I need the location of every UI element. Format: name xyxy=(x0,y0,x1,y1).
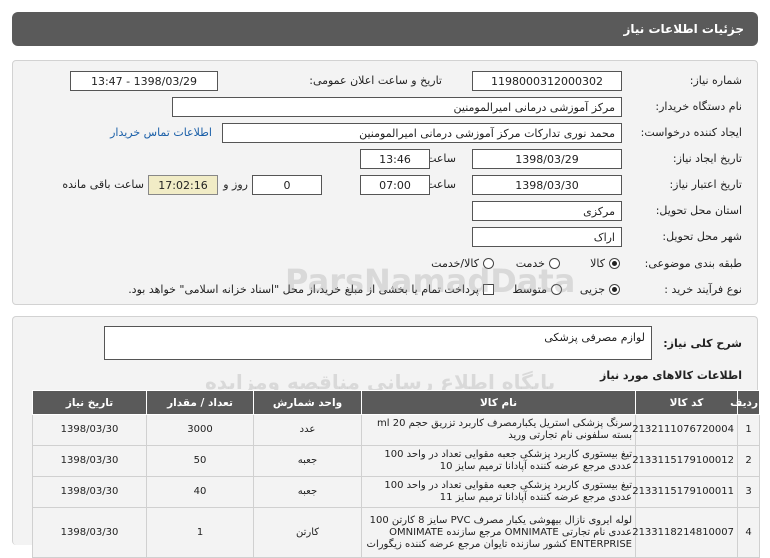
category-option-label: کالا xyxy=(590,257,605,270)
remaining-time-field: 17:02:16 xyxy=(148,175,218,195)
item-name: تیغ بیستوری کاربرد پزشکی جعبه مقوایی تعد… xyxy=(361,445,636,477)
item-unit: جعبه xyxy=(253,476,362,508)
item-quantity: 1 xyxy=(146,507,254,558)
table-row: 2 2133115179100012 تیغ بیستوری کاربرد پز… xyxy=(32,445,760,477)
purchase-option-minor[interactable]: جزیی xyxy=(580,283,620,296)
item-need-date: 1398/03/30 xyxy=(32,476,147,508)
category-option-service[interactable]: خدمت xyxy=(516,257,560,270)
remaining-days-field: 0 xyxy=(252,175,322,195)
col-header-quantity: تعداد / مقدار xyxy=(146,390,254,415)
col-header-date: تاریخ نیاز xyxy=(32,390,147,415)
requester-label: ایجاد کننده درخواست: xyxy=(640,126,742,139)
province-field: مرکزی xyxy=(472,201,622,221)
col-header-name: نام کالا xyxy=(361,390,636,415)
row-index: 3 xyxy=(737,476,760,508)
buyer-org-field: مرکز آموزشی درمانی امیرالمومنین xyxy=(172,97,622,117)
description-label: شرح کلی نیاز: xyxy=(663,337,742,350)
requester-field: محمد نوری تدارکات مرکز آموزشی درمانی امی… xyxy=(222,123,622,143)
announce-label: تاریخ و ساعت اعلان عمومی: xyxy=(309,74,442,87)
item-code: 2133115179100012 xyxy=(632,445,738,477)
radio-selected-icon xyxy=(609,284,620,295)
treasury-payment-option[interactable]: پرداخت تمام یا بخشی از مبلغ خرید،از محل … xyxy=(128,283,494,296)
item-name: لوله ایروی نازال بیهوشی یکبار مصرف PVC س… xyxy=(361,507,636,558)
col-header-index: ردیف xyxy=(730,390,760,415)
item-name: تیغ بیستوری کاربرد پزشکی جعبه مقوایی تعد… xyxy=(361,476,636,508)
category-option-goods-service[interactable]: کالا/خدمت xyxy=(431,257,494,270)
purchase-option-medium[interactable]: متوسط xyxy=(512,283,562,296)
category-option-label: خدمت xyxy=(515,257,545,270)
created-date-field: 1398/03/29 xyxy=(472,149,622,169)
province-label: استان محل تحویل: xyxy=(655,204,742,217)
item-quantity: 50 xyxy=(146,445,254,477)
page-title: جزئیات اطلاعات نیاز xyxy=(623,22,744,36)
remaining-days-label: روز و xyxy=(223,178,248,191)
item-unit: جعبه xyxy=(253,445,362,477)
city-field: اراک xyxy=(472,227,622,247)
item-need-date: 1398/03/30 xyxy=(32,414,147,446)
category-option-goods[interactable]: کالا xyxy=(590,257,620,270)
item-unit: کارتن xyxy=(253,507,362,558)
remaining-time-label: ساعت باقی مانده xyxy=(62,178,144,191)
need-number-field: 1198000312000302 xyxy=(472,71,622,91)
radio-selected-icon xyxy=(609,258,620,269)
item-code: 2133115179100011 xyxy=(632,476,738,508)
row-index: 1 xyxy=(737,414,760,446)
item-need-date: 1398/03/30 xyxy=(32,445,147,477)
col-header-unit: واحد شمارش xyxy=(253,390,362,415)
validity-time-field: 07:00 xyxy=(360,175,430,195)
description-field: لوازم مصرفی پزشکی xyxy=(104,326,652,360)
validity-date-label: تاریخ اعتبار نیاز: xyxy=(669,178,742,191)
need-number-label: شماره نیاز: xyxy=(689,74,742,87)
item-quantity: 3000 xyxy=(146,414,254,446)
radio-icon xyxy=(549,258,560,269)
item-code: 2133118214810007 xyxy=(632,507,738,558)
item-quantity: 40 xyxy=(146,476,254,508)
radio-icon xyxy=(551,284,562,295)
table-row: 4 2133118214810007 لوله ایروی نازال بیهو… xyxy=(32,507,760,558)
item-need-date: 1398/03/30 xyxy=(32,507,147,558)
item-code: 2132111076720004 xyxy=(632,414,738,446)
city-label: شهر محل تحویل: xyxy=(662,230,742,243)
checkbox-icon xyxy=(483,284,494,295)
items-section-title: اطلاعات کالاهای مورد نیاز xyxy=(600,369,742,382)
page-header: جزئیات اطلاعات نیاز xyxy=(12,12,758,46)
purchase-option-label: متوسط xyxy=(512,283,547,296)
table-row: 1 2132111076720004 سرنگ پزشکی استریل یکب… xyxy=(32,414,760,446)
item-name: سرنگ پزشکی استریل یکبارمصرف کاربرد تزریق… xyxy=(361,414,636,446)
created-date-label: تاریخ ایجاد نیاز: xyxy=(672,152,742,165)
radio-icon xyxy=(483,258,494,269)
treasury-payment-label: پرداخت تمام یا بخشی از مبلغ خرید،از محل … xyxy=(128,283,479,296)
announce-datetime-field: 1398/03/29 - 13:47 xyxy=(70,71,218,91)
row-index: 2 xyxy=(737,445,760,477)
validity-date-field: 1398/03/30 xyxy=(472,175,622,195)
col-header-code: کد کالا xyxy=(635,390,738,415)
buyer-org-label: نام دستگاه خریدار: xyxy=(655,100,742,113)
category-option-label: کالا/خدمت xyxy=(431,257,479,270)
items-table: ردیف کد کالا نام کالا واحد شمارش تعداد /… xyxy=(32,390,760,558)
table-row: 3 2133115179100011 تیغ بیستوری کاربرد پز… xyxy=(32,476,760,508)
row-index: 4 xyxy=(737,507,760,558)
purchase-type-label: نوع فرآیند خرید : xyxy=(664,283,742,296)
category-label: طبقه بندی موضوعی: xyxy=(644,257,742,270)
buyer-contact-link[interactable]: اطلاعات تماس خریدار xyxy=(110,126,212,139)
purchase-option-label: جزیی xyxy=(579,283,605,296)
items-table-header: ردیف کد کالا نام کالا واحد شمارش تعداد /… xyxy=(32,390,760,415)
validity-time-label: ساعت xyxy=(426,178,456,191)
created-time-label: ساعت xyxy=(426,152,456,165)
created-time-field: 13:46 xyxy=(360,149,430,169)
item-unit: عدد xyxy=(253,414,362,446)
